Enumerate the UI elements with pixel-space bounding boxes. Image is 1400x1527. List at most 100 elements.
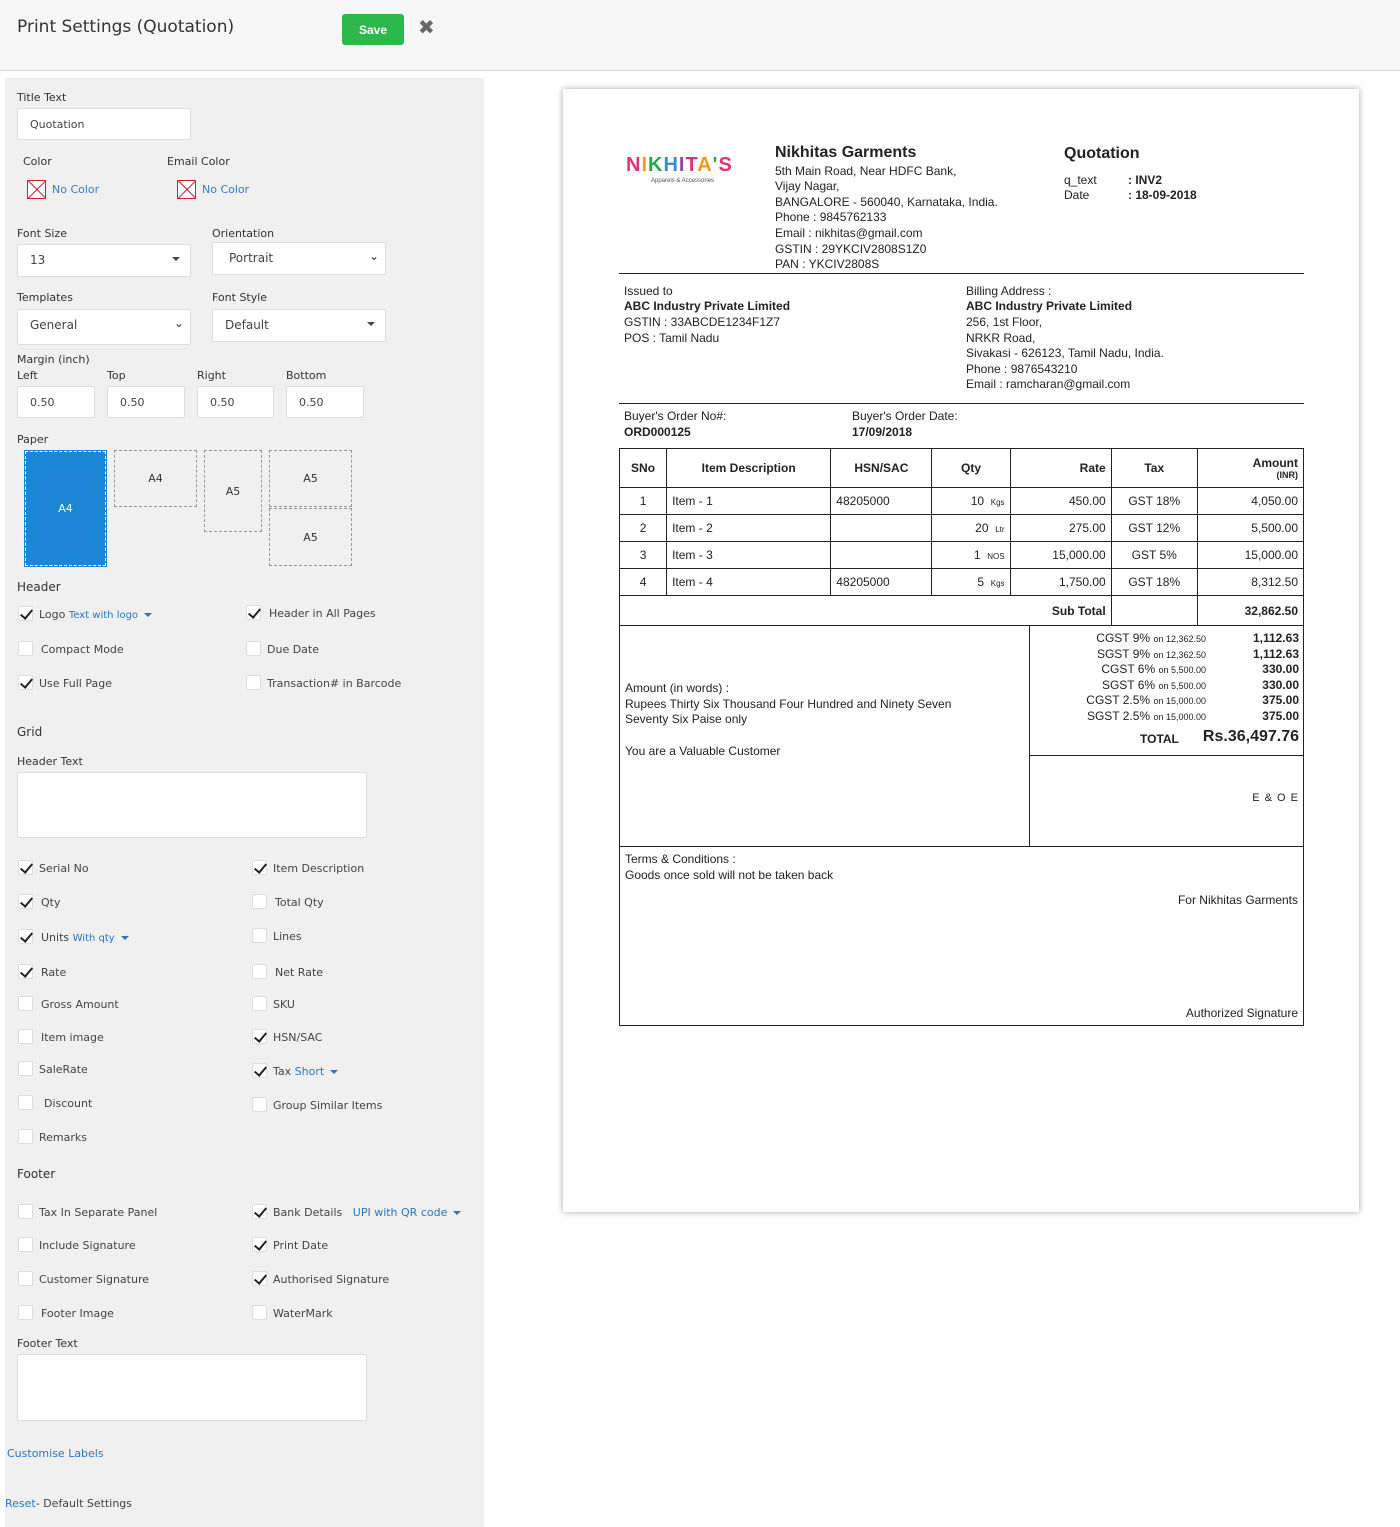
qty-checkbox[interactable] xyxy=(18,894,33,909)
bank-details-label: Bank Details UPI with QR code xyxy=(273,1206,462,1219)
serial-no-checkbox[interactable] xyxy=(18,860,33,875)
footer-image-label: Footer Image xyxy=(41,1307,114,1320)
customise-labels-link[interactable]: Customise Labels xyxy=(7,1447,104,1460)
billing-phone: Phone : 9876543210 xyxy=(966,362,1078,376)
summary-divider xyxy=(1029,625,1030,846)
paper-a5-portrait[interactable]: A5 xyxy=(204,450,262,532)
units-mode-dropdown[interactable]: With qty xyxy=(73,933,115,944)
margin-left-input[interactable]: 0.50 xyxy=(17,386,95,418)
units-checkbox[interactable] xyxy=(18,929,33,944)
order-no-label: Buyer's Order No#: xyxy=(624,409,727,423)
item-description-label: Item Description xyxy=(273,862,365,875)
footer-text-label: Footer Text xyxy=(17,1337,78,1350)
close-icon[interactable]: ✖ xyxy=(418,15,435,39)
gross-amount-checkbox[interactable] xyxy=(18,996,33,1011)
sku-checkbox[interactable] xyxy=(252,996,267,1011)
orientation-select[interactable]: Portrait ⌄ xyxy=(212,242,386,275)
print-date-checkbox[interactable] xyxy=(252,1237,267,1252)
due-date-checkbox[interactable] xyxy=(246,641,261,656)
quotation-preview: NIKHITA'S Apparels & Accessories Nikhita… xyxy=(563,89,1359,1212)
for-company: For Nikhitas Garments xyxy=(1177,893,1298,907)
salerate-checkbox[interactable] xyxy=(18,1061,33,1076)
company-phone: Phone : 9845762133 xyxy=(775,210,887,224)
billing-name: ABC Industry Private Limited xyxy=(966,299,1133,313)
authorised-signature-checkbox[interactable] xyxy=(252,1271,267,1286)
no-color-icon[interactable] xyxy=(27,180,46,199)
orientation-value: Portrait xyxy=(229,251,274,265)
col-tax: Tax xyxy=(1110,448,1198,488)
caret-down-icon xyxy=(144,613,153,617)
group-similar-items-checkbox[interactable] xyxy=(252,1097,267,1112)
remarks-checkbox[interactable] xyxy=(18,1129,33,1144)
use-full-page-checkbox[interactable] xyxy=(18,675,33,690)
header-all-pages-label: Header in All Pages xyxy=(269,607,376,620)
subtotal-tax-empty xyxy=(1110,595,1198,626)
save-button[interactable]: Save xyxy=(342,14,404,45)
company-address-2: Vijay Nagar, xyxy=(775,179,840,193)
header-text-area[interactable] xyxy=(17,772,367,838)
logo-checkbox[interactable] xyxy=(18,606,33,621)
order-date: 17/09/2018 xyxy=(852,425,913,439)
tax-separate-panel-checkbox[interactable] xyxy=(18,1204,33,1219)
font-style-select[interactable]: Default xyxy=(212,309,386,342)
tax-line: SGST 2.5% on 15,000.00 375.00 xyxy=(1086,708,1299,723)
item-description-checkbox[interactable] xyxy=(252,860,267,875)
tax-line: CGST 6% on 5,500.00 330.00 xyxy=(1101,662,1299,676)
font-style-value: Default xyxy=(225,318,269,332)
title-text-input[interactable]: Quotation xyxy=(17,108,191,140)
font-size-select[interactable]: 13 xyxy=(17,244,191,277)
bank-details-mode-dropdown[interactable]: UPI with QR code xyxy=(353,1206,448,1219)
margin-bottom-input[interactable]: 0.50 xyxy=(286,386,364,418)
col-amount: Amount (INR) xyxy=(1196,448,1305,488)
margin-right-input[interactable]: 0.50 xyxy=(197,386,274,418)
net-rate-checkbox[interactable] xyxy=(252,964,267,979)
print-date-label: Print Date xyxy=(273,1239,329,1252)
compact-mode-checkbox[interactable] xyxy=(18,641,33,656)
transaction-barcode-checkbox[interactable] xyxy=(246,675,261,690)
paper-a4-half[interactable]: A4 xyxy=(114,450,197,507)
footer-image-checkbox[interactable] xyxy=(18,1305,33,1320)
reset-link[interactable]: Reset xyxy=(5,1497,36,1510)
margin-label: Margin (inch) xyxy=(17,353,90,366)
logo-mode-dropdown[interactable]: Text with logo xyxy=(69,610,138,621)
header-all-pages-checkbox[interactable] xyxy=(246,605,261,620)
paper-a4-full[interactable]: A4 xyxy=(24,450,107,567)
col-hsn: HSN/SAC xyxy=(830,448,933,488)
lines-checkbox[interactable] xyxy=(252,928,267,943)
col-rate: Rate xyxy=(1009,448,1112,488)
paper-a5-bottom[interactable]: A5 xyxy=(269,508,352,566)
subtotal-row: Sub Total 32,862.50 xyxy=(619,595,1305,626)
total-qty-checkbox[interactable] xyxy=(252,894,267,909)
company-address-1: 5th Main Road, Near HDFC Bank, xyxy=(775,164,957,178)
caret-down-icon xyxy=(367,322,375,326)
margin-top-input[interactable]: 0.50 xyxy=(107,386,185,418)
templates-select[interactable]: General ⌄ xyxy=(17,309,191,345)
doc-title: Quotation xyxy=(1064,145,1140,162)
amount-words-label: Amount (in words) : xyxy=(625,681,730,695)
customer-signature-checkbox[interactable] xyxy=(18,1271,33,1286)
item-image-checkbox[interactable] xyxy=(18,1029,33,1044)
email-color-picker[interactable]: No Color xyxy=(202,183,249,196)
no-email-color-icon[interactable] xyxy=(177,180,196,199)
hsn-sac-checkbox[interactable] xyxy=(252,1029,267,1044)
total-label: TOTAL xyxy=(1140,732,1179,746)
rate-checkbox[interactable] xyxy=(18,964,33,979)
billing-email: Email : ramcharan@gmail.com xyxy=(966,377,1131,391)
divider xyxy=(619,273,1304,274)
bank-details-checkbox[interactable] xyxy=(252,1204,267,1219)
footer-text-area[interactable] xyxy=(17,1354,367,1421)
color-label: Color xyxy=(23,155,52,168)
tax-checkbox[interactable] xyxy=(252,1063,267,1078)
discount-checkbox[interactable] xyxy=(18,1095,33,1110)
order-date-label: Buyer's Order Date: xyxy=(852,409,958,423)
due-date-label: Due Date xyxy=(267,643,319,656)
use-full-page-label: Use Full Page xyxy=(39,677,112,690)
paper-a5-top[interactable]: A5 xyxy=(269,450,352,507)
include-signature-checkbox[interactable] xyxy=(18,1237,33,1252)
tax-mode-dropdown[interactable]: Short xyxy=(295,1065,325,1078)
remarks-label: Remarks xyxy=(39,1131,87,1144)
chevron-down-icon: ⌄ xyxy=(368,249,379,263)
watermark-checkbox[interactable] xyxy=(252,1305,267,1320)
color-picker[interactable]: No Color xyxy=(52,183,99,196)
total-qty-label: Total Qty xyxy=(275,896,324,909)
